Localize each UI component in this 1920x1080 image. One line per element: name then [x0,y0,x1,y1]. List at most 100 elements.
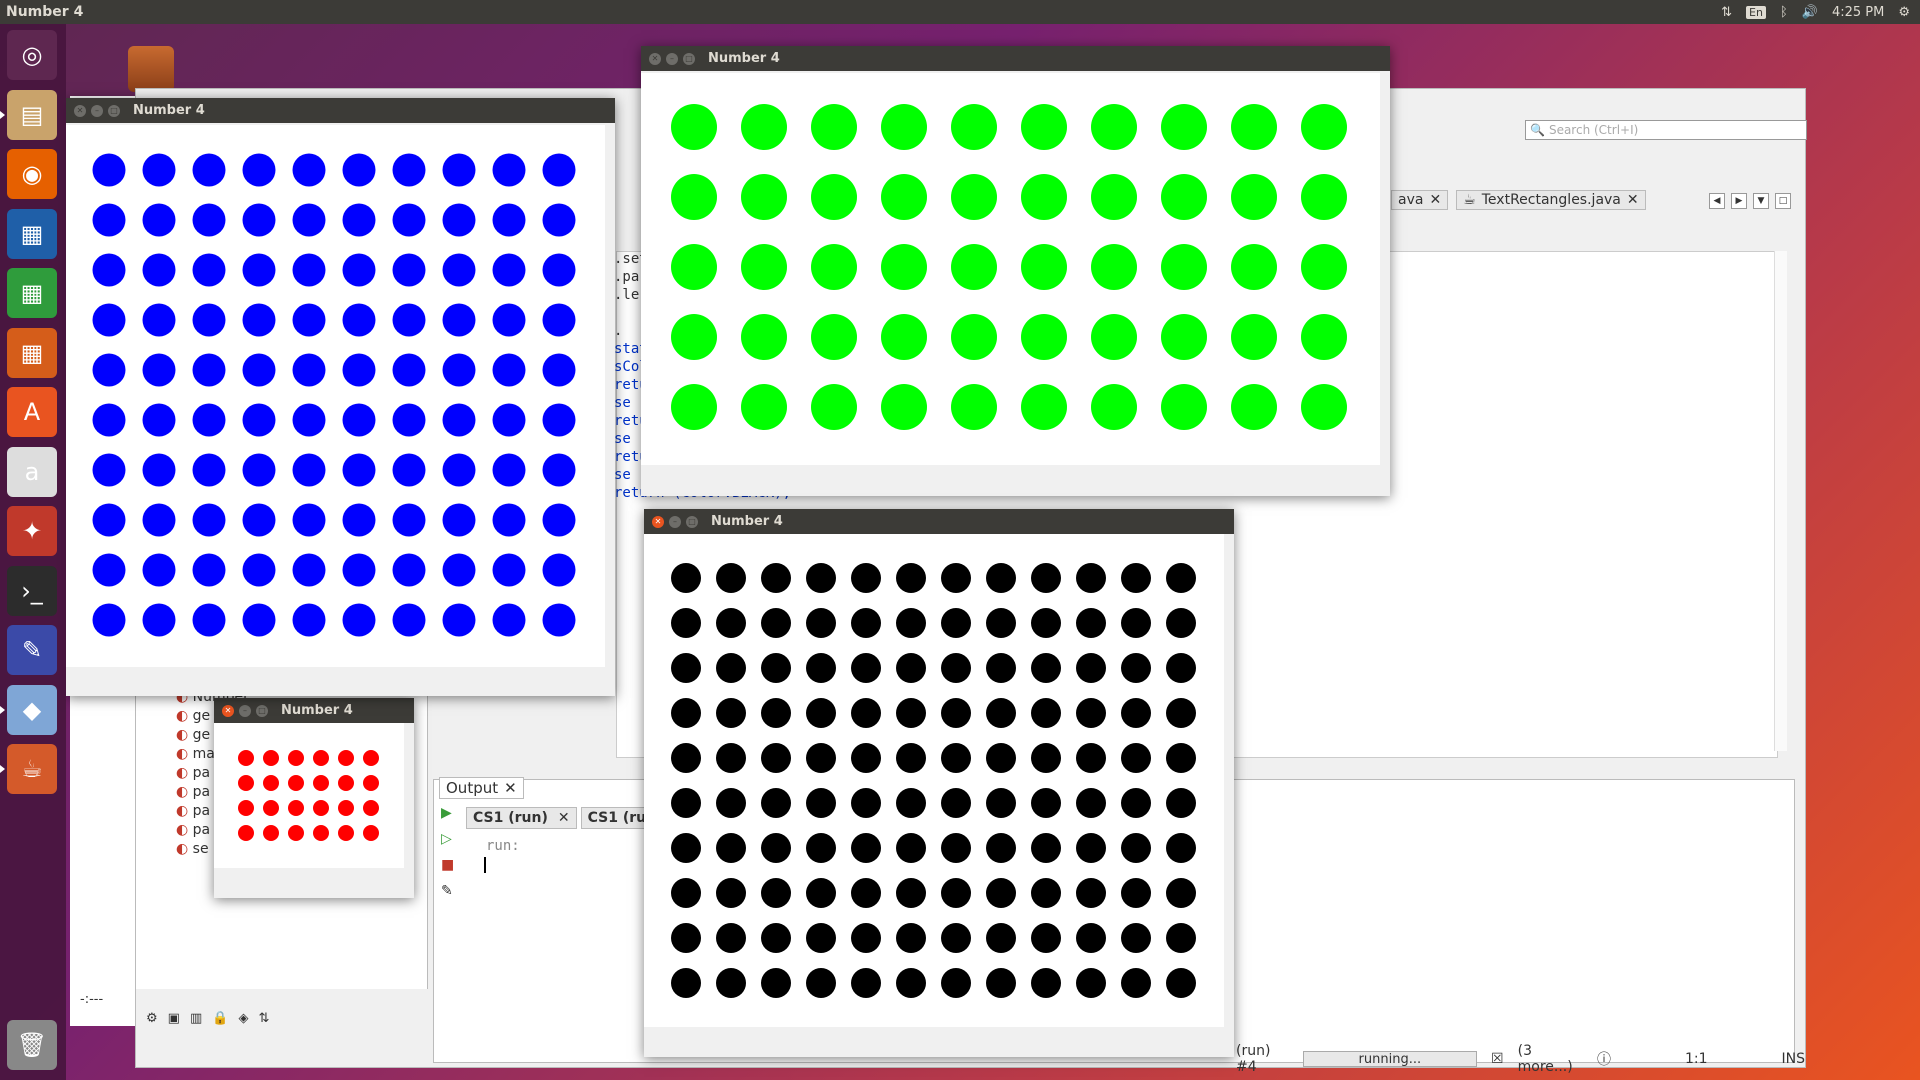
minimize-icon[interactable]: – [666,52,678,65]
filter-icon[interactable]: ⚙ [146,1011,158,1026]
chevron-right-icon[interactable]: ▶ [1731,193,1747,209]
dot [896,743,926,773]
maximize-icon[interactable]: □ [686,515,698,528]
minimize-icon[interactable]: – [91,104,103,117]
window-titlebar[interactable]: ✕ – □ Number 4 [66,98,615,123]
dot [806,968,836,998]
rerun-icon[interactable]: ▶ [441,805,454,821]
keyboard-layout-indicator[interactable]: En [1746,5,1766,19]
dot [338,800,354,816]
close-icon[interactable]: ✕ [1429,192,1441,208]
maximize-icon[interactable]: □ [256,704,268,717]
maximize-icon[interactable]: □ [108,104,120,117]
dot [492,603,526,637]
window-titlebar[interactable]: ✕ – □ Number 4 [641,46,1390,71]
ubuntu-dash-icon[interactable]: ◎ [7,30,57,80]
dot [192,453,226,487]
code-editor-icon[interactable]: ✎ [7,625,57,675]
dot [986,968,1016,998]
window-titlebar[interactable]: ✕ – □ Number 4 [644,509,1234,534]
chevron-down-icon[interactable]: ▼ [1753,193,1769,209]
dot [1121,968,1151,998]
tab-editor-ava[interactable]: ava ✕ [1391,190,1449,210]
desktop-package-icon[interactable] [128,46,174,92]
libreoffice-impress-icon[interactable]: ▦ [7,327,57,378]
dot [896,653,926,683]
inherited-icon[interactable]: ◈ [238,1011,248,1026]
tab-text-rectangles[interactable]: ☕ TextRectangles.java ✕ [1456,190,1646,210]
network-icon[interactable]: ⇅ [1721,5,1732,20]
dot [1231,104,1277,150]
dot [851,743,881,773]
more-tasks-link[interactable]: (3 more...) [1518,1043,1583,1075]
dot [342,203,376,237]
minimize-icon[interactable]: – [239,704,251,717]
field-icon[interactable]: ▣ [168,1011,180,1026]
firefox-icon[interactable]: ◉ [7,149,57,199]
settings-icon[interactable]: ✎ [441,883,454,899]
dot [338,825,354,841]
dot [1301,174,1347,220]
system-settings-icon[interactable]: ✦ [7,506,57,556]
progress-bar[interactable]: running... [1302,1051,1478,1067]
dot [392,253,426,287]
gear-icon[interactable]: ⚙ [1898,5,1910,20]
virtualbox-icon[interactable]: ◆ [0,684,57,735]
dot [851,653,881,683]
lock-icon[interactable]: 🔒 [212,1011,228,1026]
libreoffice-writer-icon[interactable]: ▦ [7,208,57,259]
tab-output[interactable]: Output ✕ [439,777,524,799]
search-input[interactable]: 🔍 Search (Ctrl+I) [1525,120,1807,140]
stop-icon[interactable]: ■ [441,857,454,873]
dot [242,253,276,287]
close-icon[interactable]: ✕ [649,52,661,65]
dot [292,153,326,187]
dot [442,303,476,337]
java-icon[interactable]: ☕ [0,744,57,794]
dot [761,788,791,818]
close-icon[interactable]: ✕ [504,779,517,797]
dot [761,833,791,863]
clock[interactable]: 4:25 PM [1832,5,1884,20]
files-icon[interactable]: ▤ [0,89,57,140]
dot [671,563,701,593]
dot [542,503,576,537]
minimize-icon[interactable]: – [669,515,681,528]
maximize-icon[interactable]: □ [683,52,695,65]
notification-icon[interactable]: ⓘ [1597,1049,1611,1069]
dot [1091,104,1137,150]
maximize-icon[interactable]: □ [1775,193,1791,209]
window-titlebar[interactable]: ✕ – □ Number 4 [214,698,414,723]
static-icon[interactable]: ▥ [190,1011,202,1026]
libreoffice-calc-icon[interactable]: ▦ [7,268,57,318]
dot [1076,563,1106,593]
rerun-with-params-icon[interactable]: ▷ [441,831,454,847]
applet-window-red: ✕ – □ Number 4 [214,698,414,898]
close-icon[interactable]: ✕ [74,104,86,117]
close-icon[interactable]: ✕ [222,704,234,717]
trash-icon[interactable]: 🗑 [7,1020,57,1070]
dot [342,303,376,337]
dot [1091,244,1137,290]
close-icon[interactable]: ✕ [652,515,664,528]
close-icon[interactable]: ✕ [558,810,570,826]
dot [1301,104,1347,150]
dot [1301,314,1347,360]
sort-icon[interactable]: ⇅ [258,1011,269,1026]
dot [442,353,476,387]
tab-cs1-run[interactable]: CS1 (run) ✕ [466,807,577,829]
close-icon[interactable]: ✕ [1627,192,1639,208]
volume-icon[interactable]: 🔊 [1802,5,1818,20]
editor-scrollbar[interactable] [1774,251,1787,751]
search-icon: 🔍 [1530,123,1545,137]
bluetooth-icon[interactable]: ᛒ [1780,5,1788,20]
dot [392,503,426,537]
terminal-icon[interactable]: ›_ [7,565,57,616]
amazon-icon[interactable]: a [7,446,57,497]
software-center-icon[interactable]: A [7,387,57,437]
dot [1076,923,1106,953]
dot [142,403,176,437]
cancel-icon[interactable]: ☒ [1491,1051,1504,1067]
java-file-icon: ☕ [1463,192,1476,208]
chevron-left-icon[interactable]: ◀ [1709,193,1725,209]
